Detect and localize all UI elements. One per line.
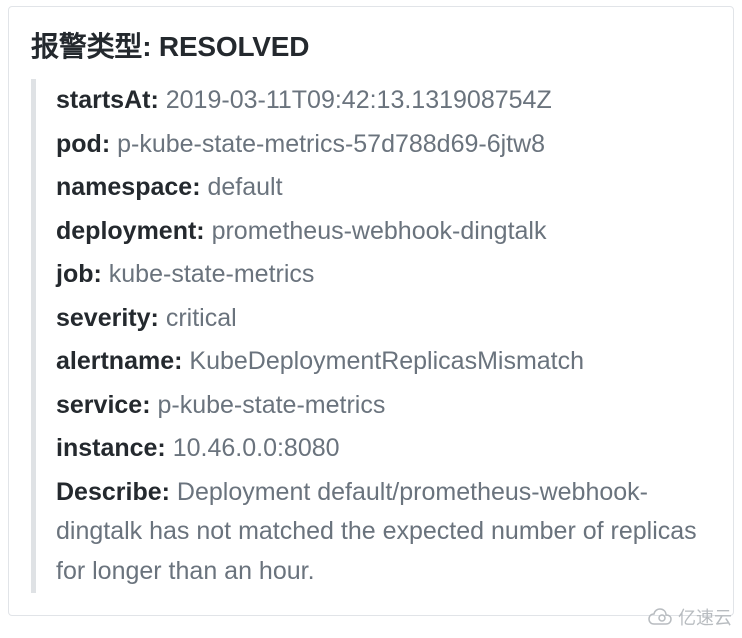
field-value: default xyxy=(207,173,282,201)
field-row: alertname: KubeDeploymentReplicasMismatc… xyxy=(56,342,711,382)
field-value: KubeDeploymentReplicasMismatch xyxy=(189,347,584,375)
field-label: job: xyxy=(56,260,102,288)
field-value: 2019-03-11T09:42:13.131908754Z xyxy=(166,86,552,114)
field-label: instance: xyxy=(56,434,166,462)
field-row: namespace: default xyxy=(56,168,711,208)
field-row: deployment: prometheus-webhook-dingtalk xyxy=(56,212,711,252)
cloud-icon xyxy=(646,607,674,627)
field-label: severity: xyxy=(56,304,159,332)
field-label: startsAt: xyxy=(56,86,159,114)
watermark: 亿速云 xyxy=(646,604,732,630)
field-value: prometheus-webhook-dingtalk xyxy=(212,217,547,245)
field-label: Describe: xyxy=(56,478,170,506)
field-row: startsAt: 2019-03-11T09:42:13.131908754Z xyxy=(56,81,711,121)
field-label: deployment: xyxy=(56,217,205,245)
watermark-text: 亿速云 xyxy=(678,604,732,630)
title-value: RESOLVED xyxy=(159,31,309,62)
alert-title: 报警类型: RESOLVED xyxy=(31,25,711,65)
field-row: severity: critical xyxy=(56,299,711,339)
field-value: p-kube-state-metrics-57d788d69-6jtw8 xyxy=(117,130,545,158)
field-row: job: kube-state-metrics xyxy=(56,255,711,295)
field-row: service: p-kube-state-metrics xyxy=(56,386,711,426)
field-label: alertname: xyxy=(56,347,182,375)
title-label: 报警类型: xyxy=(31,31,151,62)
field-row: Describe: Deployment default/prometheus-… xyxy=(56,473,711,592)
field-value: kube-state-metrics xyxy=(109,260,315,288)
field-value: p-kube-state-metrics xyxy=(157,391,385,419)
alert-card: 报警类型: RESOLVED startsAt: 2019-03-11T09:4… xyxy=(8,6,734,616)
alert-details: startsAt: 2019-03-11T09:42:13.131908754Z… xyxy=(31,79,711,593)
field-row: pod: p-kube-state-metrics-57d788d69-6jtw… xyxy=(56,125,711,165)
field-row: instance: 10.46.0.0:8080 xyxy=(56,429,711,469)
field-label: service: xyxy=(56,391,151,419)
field-label: namespace: xyxy=(56,173,201,201)
field-label: pod: xyxy=(56,130,110,158)
field-value: 10.46.0.0:8080 xyxy=(173,434,340,462)
field-value: critical xyxy=(166,304,237,332)
